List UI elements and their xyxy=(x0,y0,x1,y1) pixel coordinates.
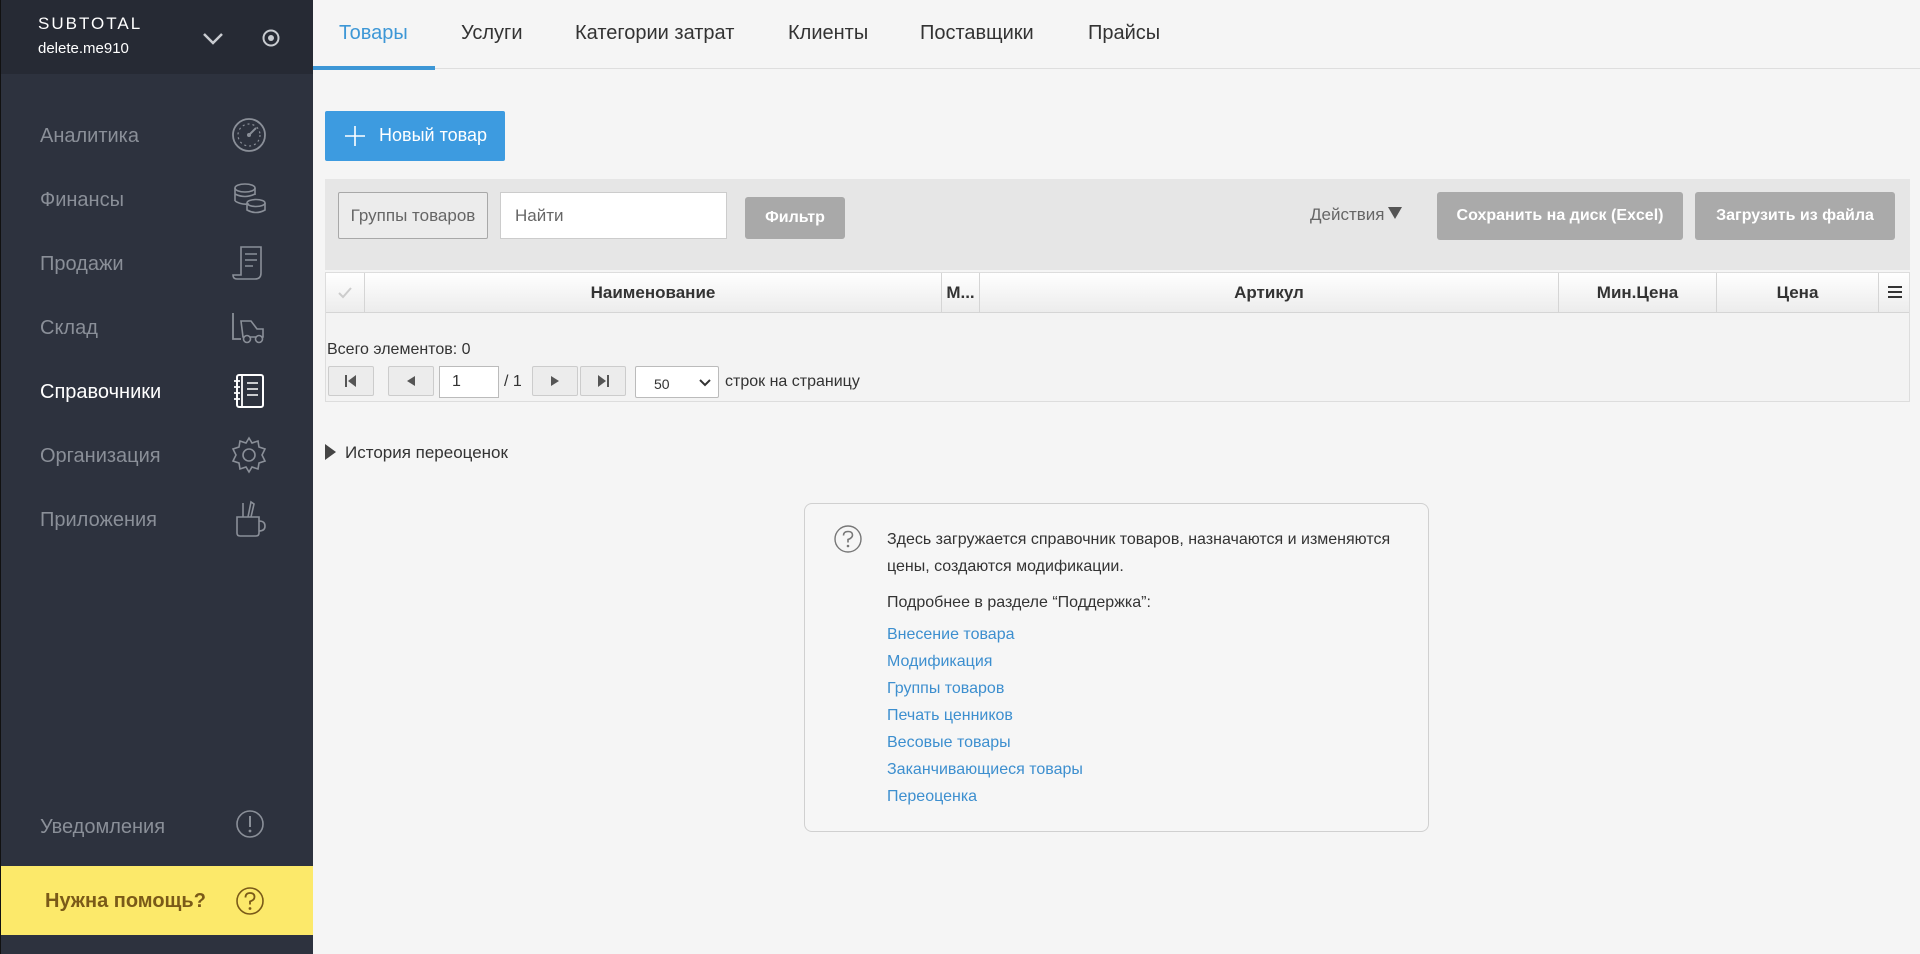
page-total: / 1 xyxy=(504,373,522,390)
account-name: delete.me910 xyxy=(38,40,129,57)
products-table: Наименование М... Артикул Мин.Цена Цена … xyxy=(325,272,1910,402)
speedometer-icon xyxy=(232,118,266,152)
rows-per-page-label: строк на страницу xyxy=(725,373,860,390)
new-product-label: Новый товар xyxy=(379,125,487,145)
sidebar-item-analytics[interactable]: Аналитика xyxy=(1,105,313,169)
support-link[interactable]: Группы товаров xyxy=(887,675,1083,702)
tools-cup-icon xyxy=(236,500,266,537)
actions-dropdown[interactable]: Действия xyxy=(1310,205,1403,225)
load-from-file-button[interactable]: Загрузить из файла xyxy=(1695,192,1895,240)
sidebar-item-sales[interactable]: Продажи xyxy=(1,233,313,297)
first-page-icon xyxy=(345,375,356,387)
tab-services[interactable]: Услуги xyxy=(461,22,523,45)
triangle-right-icon xyxy=(325,444,336,460)
prev-page-icon xyxy=(407,376,415,386)
actions-label: Действия xyxy=(1310,205,1385,224)
target-icon[interactable] xyxy=(261,28,281,48)
filter-button[interactable]: Фильтр xyxy=(745,197,845,239)
support-link[interactable]: Переоценка xyxy=(887,783,1083,810)
notifications-item[interactable]: Уведомления xyxy=(1,796,313,860)
table-header: Наименование М... Артикул Мин.Цена Цена xyxy=(326,273,1909,313)
column-min-price[interactable]: Мин.Цена xyxy=(1559,273,1717,313)
info-panel: Здесь загружается справочник товаров, на… xyxy=(804,503,1429,832)
help-label: Нужна помощь? xyxy=(45,890,206,912)
sidebar-item-organization[interactable]: Организация xyxy=(1,425,313,489)
sidebar-item-apps[interactable]: Приложения xyxy=(1,489,313,553)
column-m[interactable]: М... xyxy=(942,273,980,313)
chevron-down-icon xyxy=(699,379,711,387)
active-tab-indicator xyxy=(313,66,435,70)
price-history-toggle[interactable]: История переоценок xyxy=(325,443,508,463)
sidebar-item-label: Организация xyxy=(40,445,161,467)
notebook-icon xyxy=(234,374,264,408)
first-page-button[interactable] xyxy=(328,366,374,396)
page-number-input[interactable] xyxy=(439,366,499,398)
plus-icon xyxy=(345,126,365,146)
save-excel-button[interactable]: Сохранить на диск (Excel) xyxy=(1437,192,1683,240)
coins-icon xyxy=(234,183,266,214)
column-name[interactable]: Наименование xyxy=(365,273,942,313)
brand-logo: SUBTOTAL xyxy=(38,14,143,33)
toolbar: Группы товаров Фильтр Действия Сохранить… xyxy=(325,179,1910,270)
column-price[interactable]: Цена xyxy=(1717,273,1879,313)
sidebar-nav: Аналитика Финансы Продажи Склад Справочн… xyxy=(1,105,313,553)
support-links: Внесение товара Модификация Группы товар… xyxy=(887,621,1083,810)
last-page-button[interactable] xyxy=(580,366,626,396)
sidebar-item-label: Приложения xyxy=(40,509,158,531)
sidebar-item-label: Финансы xyxy=(40,189,124,211)
column-menu-button[interactable] xyxy=(1879,273,1911,313)
hamburger-icon xyxy=(1888,286,1902,298)
sidebar: SUBTOTAL delete.me910 Аналитика Финансы … xyxy=(0,0,313,954)
sidebar-footer xyxy=(1,935,313,954)
column-article[interactable]: Артикул xyxy=(980,273,1559,313)
chevron-down-icon[interactable] xyxy=(201,26,225,50)
help-button[interactable]: Нужна помощь? xyxy=(1,866,313,935)
pagination: / 1 50 строк на страницу xyxy=(326,366,1909,400)
top-tabs: Товары Услуги Категории затрат Клиенты П… xyxy=(313,0,1920,70)
sidebar-item-label: Склад xyxy=(40,317,98,339)
last-page-icon xyxy=(598,375,609,387)
notifications-label: Уведомления xyxy=(40,816,166,838)
info-more-label: Подробнее в разделе “Поддержка”: xyxy=(887,594,1151,611)
next-page-icon xyxy=(551,376,559,386)
sidebar-item-finance[interactable]: Финансы xyxy=(1,169,313,233)
new-product-button[interactable]: Новый товар xyxy=(325,111,505,161)
tab-suppliers[interactable]: Поставщики xyxy=(920,22,1034,45)
sidebar-item-warehouse[interactable]: Склад xyxy=(1,297,313,361)
question-icon xyxy=(236,887,264,915)
next-page-button[interactable] xyxy=(532,366,578,396)
rows-per-page-value: 50 xyxy=(654,376,670,392)
support-link[interactable]: Весовые товары xyxy=(887,729,1083,756)
sidebar-item-directories[interactable]: Справочники xyxy=(1,361,313,425)
exclamation-icon xyxy=(236,810,264,838)
tab-expense-categories[interactable]: Категории затрат xyxy=(575,22,734,45)
support-link[interactable]: Печать ценников xyxy=(887,702,1083,729)
sidebar-header: SUBTOTAL delete.me910 xyxy=(1,0,313,74)
product-groups-button[interactable]: Группы товаров xyxy=(338,192,488,239)
search-input[interactable] xyxy=(500,192,727,239)
question-icon xyxy=(834,525,862,553)
tab-products[interactable]: Товары xyxy=(339,22,408,45)
triangle-down-icon xyxy=(1388,207,1403,219)
info-description: Здесь загружается справочник товаров, на… xyxy=(887,531,1391,575)
total-count: Всего элементов: 0 xyxy=(327,341,471,358)
tab-price-lists[interactable]: Прайсы xyxy=(1088,22,1160,45)
tab-clients[interactable]: Клиенты xyxy=(788,22,868,45)
prev-page-button[interactable] xyxy=(388,366,434,396)
support-link[interactable]: Модификация xyxy=(887,648,1083,675)
check-icon xyxy=(338,287,352,299)
sidebar-item-label: Справочники xyxy=(40,381,162,403)
support-link[interactable]: Внесение товара xyxy=(887,621,1083,648)
sidebar-item-label: Аналитика xyxy=(40,125,139,147)
forklift-icon xyxy=(232,313,264,344)
rows-per-page-select[interactable]: 50 xyxy=(635,366,719,398)
price-history-label: История переоценок xyxy=(345,443,508,462)
sidebar-item-label: Продажи xyxy=(40,253,124,275)
receipt-icon xyxy=(232,246,262,280)
support-link[interactable]: Заканчивающиеся товары xyxy=(887,756,1083,783)
select-all-checkbox[interactable] xyxy=(326,273,365,313)
gear-icon xyxy=(231,436,267,474)
